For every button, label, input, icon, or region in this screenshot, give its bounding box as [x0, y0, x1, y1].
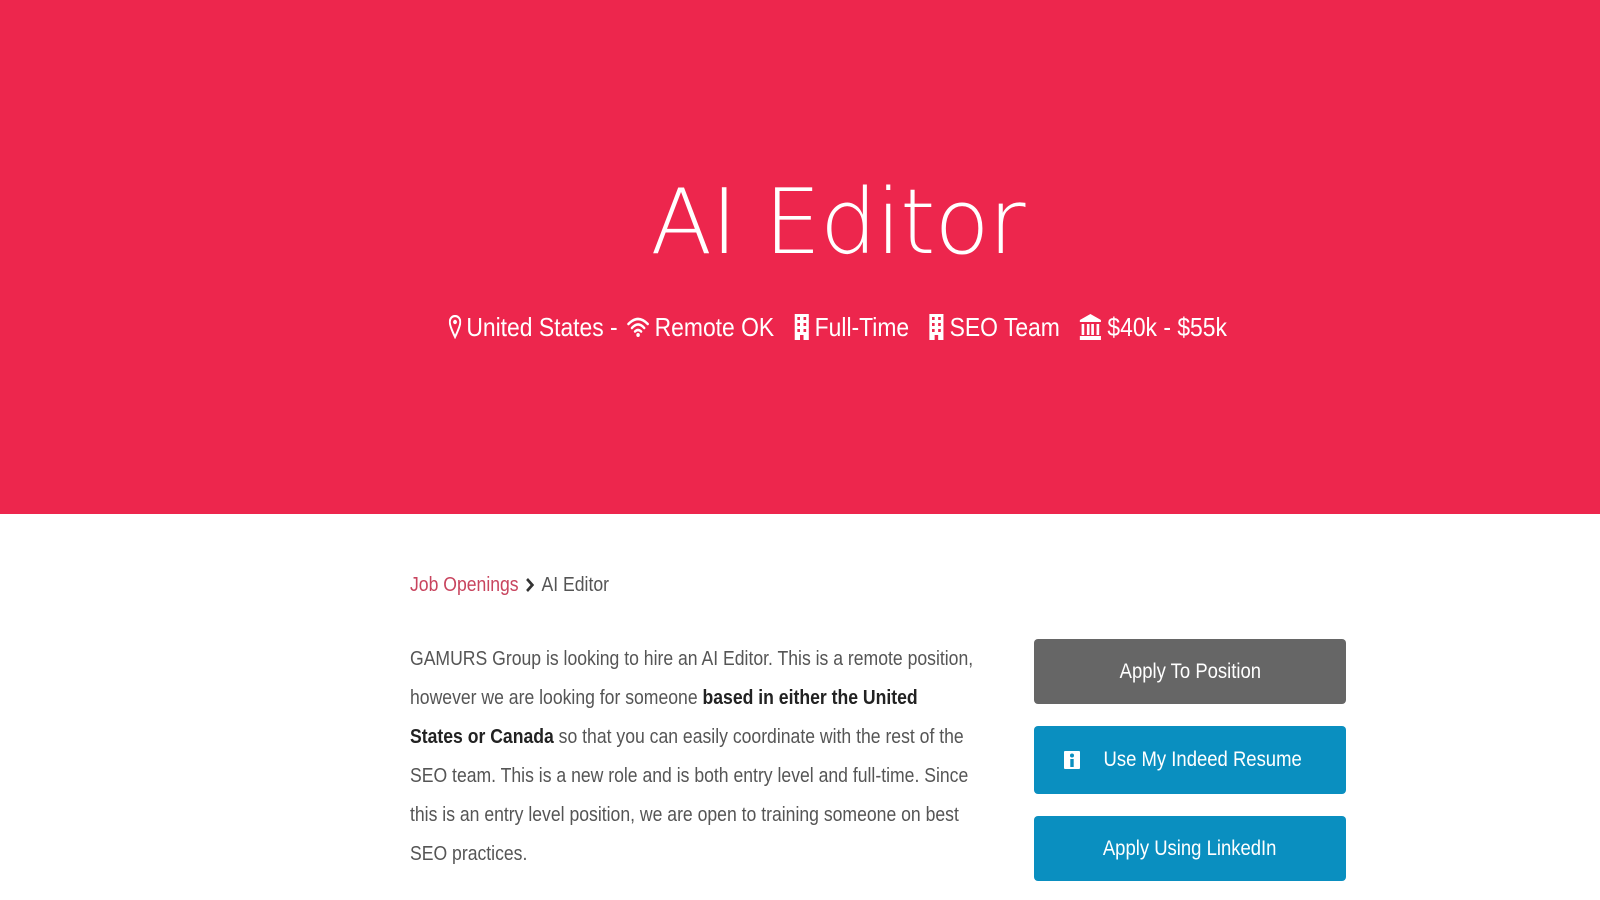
map-marker-icon: [448, 315, 462, 339]
job-type-text: Full-Time: [814, 312, 910, 342]
linkedin-button-label: Apply Using LinkedIn: [1103, 836, 1277, 860]
wifi-icon: [626, 316, 649, 338]
team-text: SEO Team: [949, 312, 1060, 342]
job-location: United States -: [448, 310, 618, 344]
apply-using-linkedin-button[interactable]: Apply Using LinkedIn: [1034, 816, 1346, 881]
job-type: Full-Time: [794, 310, 910, 344]
job-team: SEO Team: [929, 310, 1060, 344]
breadcrumb-job-openings[interactable]: Job Openings: [410, 572, 519, 598]
salary-text: $40k - $55k: [1107, 312, 1227, 342]
chevron-right-icon: [526, 577, 535, 593]
apply-button-label: Apply To Position: [1119, 659, 1261, 683]
job-meta: United States - Remote OK Full-Time SEO …: [96, 310, 1504, 344]
job-description: GAMURS Group is looking to hire an AI Ed…: [410, 640, 973, 874]
building-icon: [794, 313, 810, 341]
info-icon: [1064, 751, 1081, 769]
job-remote: Remote OK: [626, 310, 774, 344]
job-title: AI Editor: [650, 170, 1025, 275]
job-header: AI Editor United States - Remote OK Full…: [0, 0, 1600, 514]
indeed-button-label: Use My Indeed Resume: [1103, 748, 1303, 771]
building-icon: [929, 313, 945, 341]
bank-icon: [1079, 313, 1102, 341]
breadcrumb: Job Openings AI Editor: [410, 572, 609, 598]
breadcrumb-current: AI Editor: [541, 574, 609, 596]
remote-text: Remote OK: [654, 312, 775, 342]
use-indeed-resume-button[interactable]: Use My Indeed Resume: [1034, 726, 1346, 794]
location-text: United States -: [466, 312, 618, 342]
apply-to-position-button[interactable]: Apply To Position: [1034, 639, 1346, 704]
job-salary: $40k - $55k: [1079, 310, 1227, 344]
